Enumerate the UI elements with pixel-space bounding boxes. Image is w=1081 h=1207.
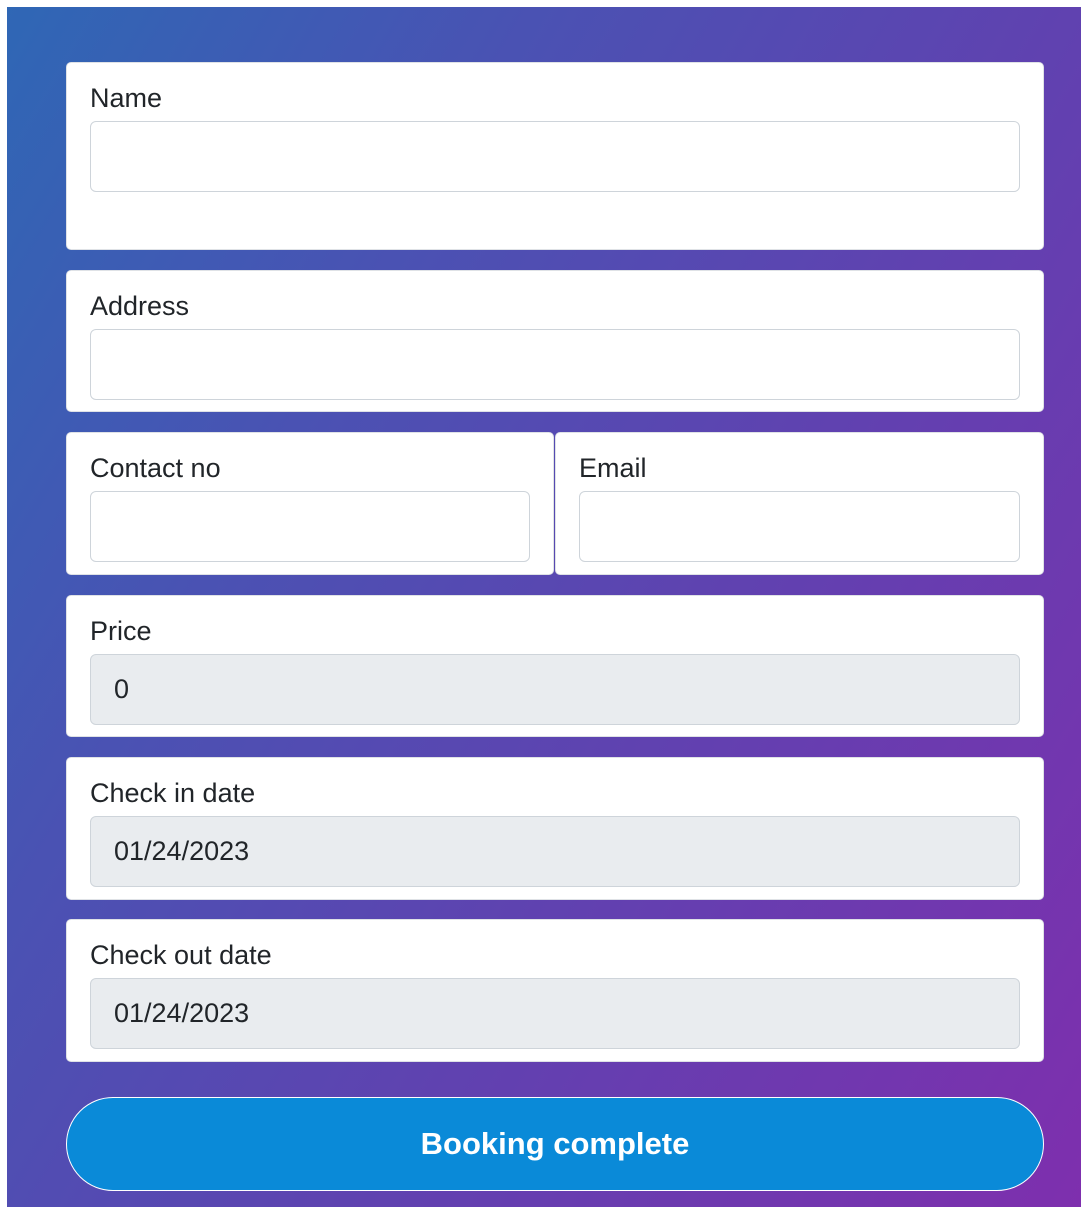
checkin-date-field: 01/24/2023 (90, 816, 1020, 887)
checkout-date-field: 01/24/2023 (90, 978, 1020, 1049)
booking-form-background: Name Address Contact no Email Price 0 Ch… (7, 7, 1081, 1207)
name-label: Name (90, 83, 163, 113)
email-label: Email (579, 453, 647, 483)
price-label: Price (90, 616, 152, 646)
booking-complete-button[interactable]: Booking complete (66, 1097, 1044, 1191)
checkout-label: Check out date (90, 940, 272, 970)
name-input[interactable] (90, 121, 1020, 192)
price-field: 0 (90, 654, 1020, 725)
contact-input[interactable] (90, 491, 530, 562)
checkin-label: Check in date (90, 778, 256, 808)
contact-card: Contact no (66, 432, 554, 575)
checkout-card: Check out date 01/24/2023 (66, 919, 1044, 1062)
address-input[interactable] (90, 329, 1020, 400)
address-label: Address (90, 291, 190, 321)
name-card: Name (66, 62, 1044, 250)
price-card: Price 0 (66, 595, 1044, 737)
contact-label: Contact no (90, 453, 221, 483)
address-card: Address (66, 270, 1044, 412)
email-card: Email (555, 432, 1044, 575)
checkin-card: Check in date 01/24/2023 (66, 757, 1044, 900)
email-input[interactable] (579, 491, 1020, 562)
